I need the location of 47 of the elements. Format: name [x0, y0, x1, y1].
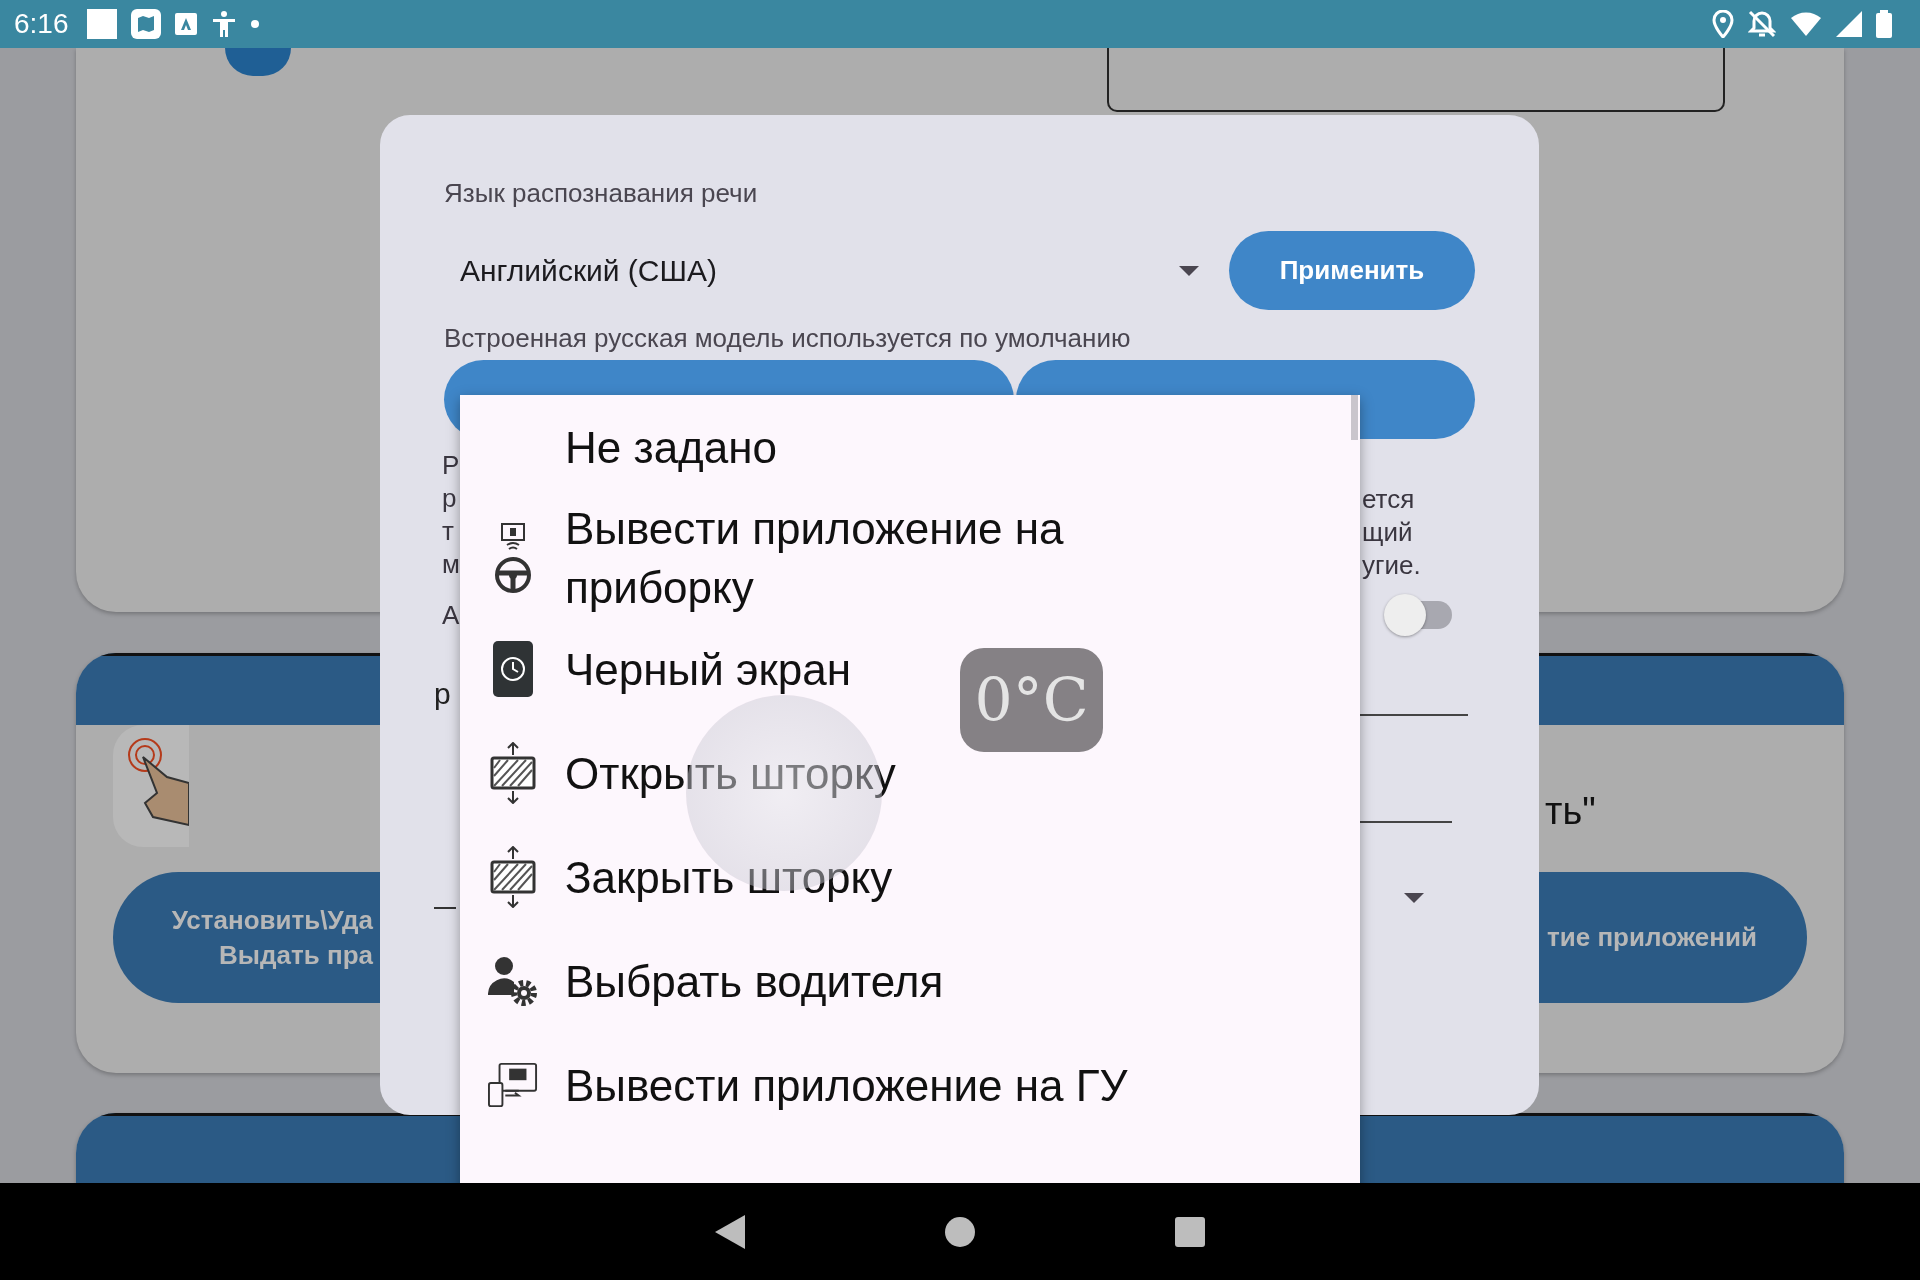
language-dropdown[interactable]: Английский (США) [444, 240, 1229, 301]
notification-square-icon [86, 9, 117, 39]
location-icon [1712, 10, 1734, 38]
menu-item[interactable]: Вывести приложение на приборку [565, 499, 1085, 617]
curtain-arrows-icon [490, 742, 536, 804]
monitor-phone-icon [488, 1061, 538, 1109]
curtain-arrows-icon [490, 846, 536, 908]
card-label: ть" [1544, 789, 1597, 833]
home-icon[interactable] [945, 1216, 975, 1247]
text-fragment: ется [1362, 483, 1416, 516]
bell-off-icon [1748, 10, 1776, 38]
menu-item[interactable]: Выбрать водителя [565, 951, 944, 1011]
accessibility-icon [210, 10, 237, 38]
dropdown-caret-icon [1179, 265, 1199, 276]
hint-text: Встроенная русская модель используется по умолчанию [444, 322, 1132, 354]
text-fragment: р [442, 482, 458, 515]
dropdown-caret-icon [1404, 892, 1424, 903]
scrollbar[interactable] [1351, 395, 1358, 440]
text-fragment: щий [1362, 516, 1414, 549]
logo-fragment [225, 48, 291, 76]
dashboard-wheel-icon [493, 523, 533, 593]
text-fragment: Р [442, 449, 460, 482]
input-field[interactable]: р [434, 674, 456, 909]
menu-item[interactable]: Черный экран [565, 639, 851, 699]
battery-icon [1876, 10, 1892, 38]
map-app-icon [130, 9, 161, 39]
menu-item[interactable]: Закрыть шторку [565, 847, 893, 907]
apply-button[interactable]: Применить [1229, 231, 1475, 310]
back-icon[interactable] [715, 1214, 745, 1249]
dot-icon [250, 20, 259, 28]
text-fragment: м [442, 548, 460, 581]
switch-label-fragment: А [442, 598, 460, 632]
text-fragment: т [442, 515, 455, 548]
tap-hand-icon [113, 725, 189, 847]
wifi-icon [1790, 11, 1822, 37]
recents-icon[interactable] [1175, 1216, 1205, 1247]
menu-item[interactable]: Не задано [565, 417, 778, 477]
language-label: Язык распознавания речи [444, 177, 759, 209]
phone-clock-icon [493, 641, 533, 697]
person-gear-icon [488, 955, 538, 1007]
signal-icon [1836, 11, 1862, 37]
temperature-badge: 0°C [960, 648, 1103, 752]
menu-item[interactable]: Вывести приложение на ГУ [565, 1055, 1128, 1115]
status-time: 6:16 [14, 7, 69, 41]
translate-app-icon [174, 13, 197, 35]
menu-item[interactable]: Открыть шторку [565, 743, 896, 803]
text-fragment: угие. [1362, 549, 1422, 582]
